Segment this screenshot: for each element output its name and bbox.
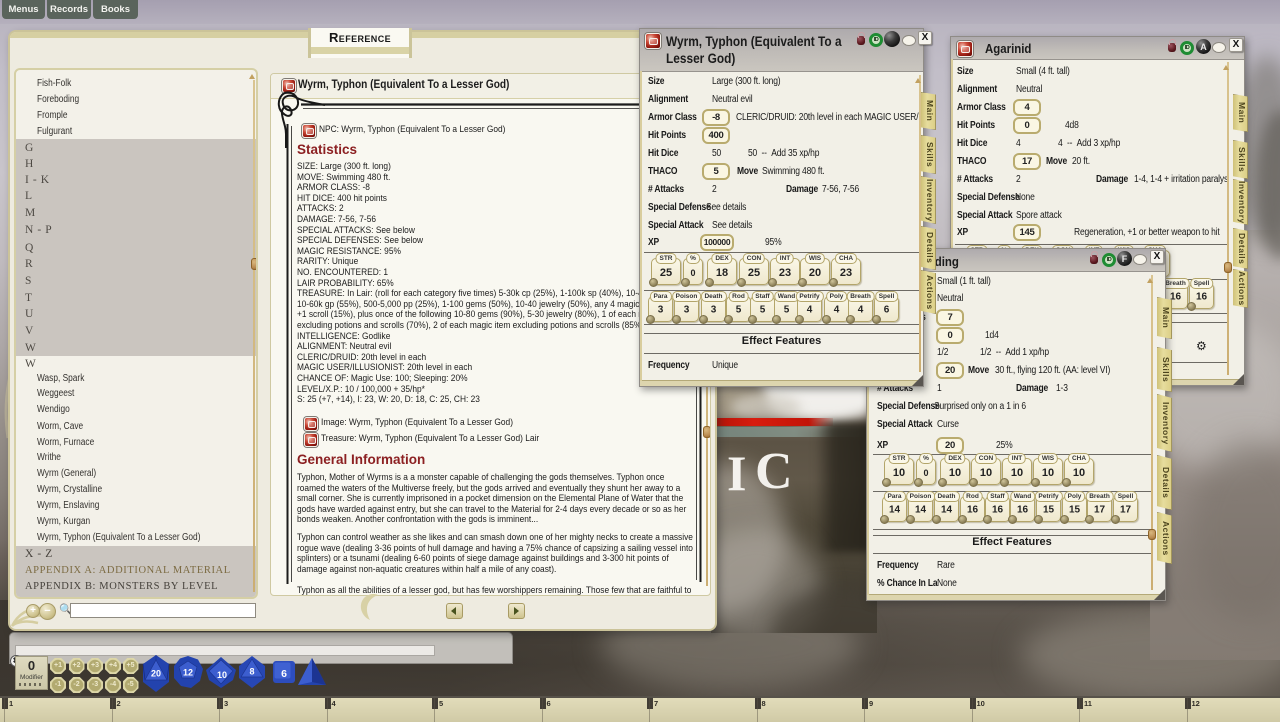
svg-text:8: 8 bbox=[249, 667, 254, 677]
svg-text:10: 10 bbox=[217, 670, 227, 680]
svg-text:12: 12 bbox=[183, 668, 193, 678]
svg-text:20: 20 bbox=[151, 669, 161, 679]
svg-text:6: 6 bbox=[281, 668, 287, 680]
